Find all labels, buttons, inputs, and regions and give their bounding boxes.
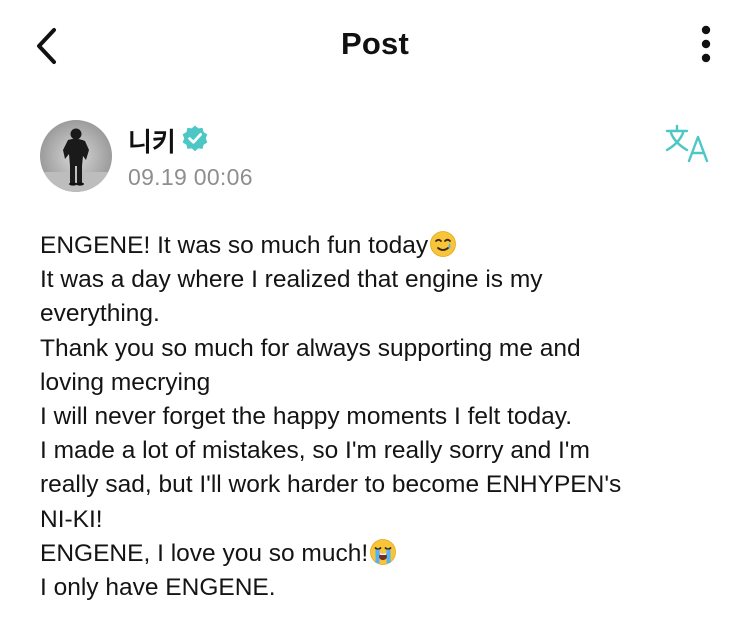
post-line: loving mecrying <box>40 368 211 396</box>
post-line-text: ENGENE, I love you so much! <box>40 539 369 567</box>
translate-icon <box>665 124 709 163</box>
avatar-photo <box>40 120 112 192</box>
post-line: I will never forget the happy moments I … <box>40 403 573 431</box>
more-options-button[interactable] <box>692 22 720 68</box>
smiling-face-with-tear-icon <box>429 230 457 258</box>
page-title: Post <box>341 26 409 61</box>
post-line: It was a day where I realized that engin… <box>40 266 543 294</box>
post-timestamp: 09.19 00:06 <box>128 164 253 190</box>
loudly-crying-face-icon <box>369 538 397 566</box>
translate-button[interactable] <box>663 124 713 164</box>
top-bar: Post <box>0 0 750 90</box>
post-line: ENGENE, I love you so much! <box>40 537 730 571</box>
post-content: ENGENE! It was so much fun today It was … <box>40 229 730 605</box>
post-line: Thank you so much for always supporting … <box>40 334 581 362</box>
post-line-text: ENGENE! It was so much fun today <box>40 232 429 259</box>
post-line: NI-KI! <box>40 505 103 533</box>
post-line: ENGENE! It was so much fun today <box>40 229 730 263</box>
author-name[interactable]: 니키 <box>128 122 176 159</box>
verified-badge-icon <box>181 124 209 152</box>
vertical-ellipsis-icon <box>701 25 711 63</box>
avatar[interactable] <box>40 120 112 192</box>
post-line: I made a lot of mistakes, so I'm really … <box>40 437 590 465</box>
post-line: I only have ENGENE. <box>40 574 276 602</box>
post-line: everything. <box>40 300 160 328</box>
post-line: really sad, but I'll work harder to beco… <box>40 471 622 499</box>
